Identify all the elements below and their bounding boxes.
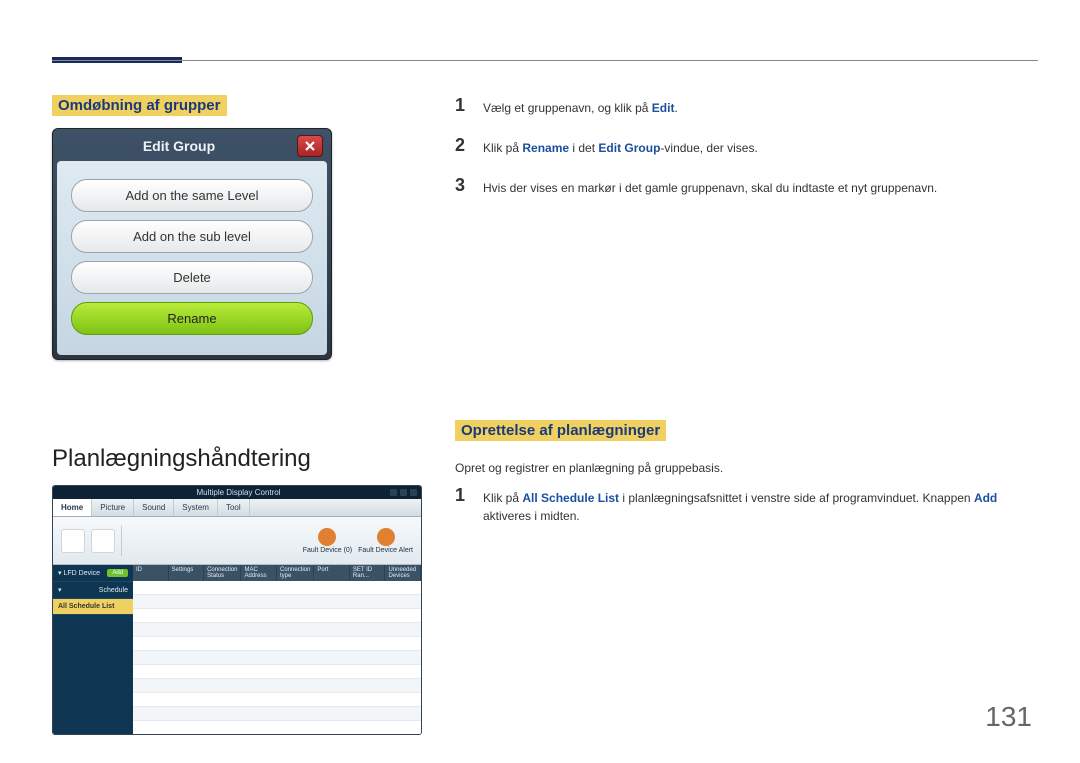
column-header: Connection Status xyxy=(204,565,241,581)
table-row xyxy=(133,693,421,707)
sidebar-add-button[interactable]: Add xyxy=(107,569,128,577)
add-same-level-button[interactable]: Add on the same Level xyxy=(71,179,313,212)
window-controls xyxy=(390,489,417,496)
column-header: Unneeded Devices xyxy=(385,565,421,581)
step-number: 1 xyxy=(455,95,473,116)
table-row xyxy=(133,707,421,721)
page-number: 131 xyxy=(985,701,1032,733)
toolbar-separator xyxy=(121,526,122,556)
step-text: Hvis der vises en markør i det gamle gru… xyxy=(483,175,937,197)
column-header: Settings xyxy=(169,565,205,581)
dialog-close-button[interactable] xyxy=(297,135,323,157)
column-header: ID xyxy=(133,565,169,581)
tab-picture[interactable]: Picture xyxy=(92,499,134,516)
dialog-titlebar: Edit Group xyxy=(53,129,331,161)
fault-device-link[interactable]: Fault Device (0) xyxy=(303,528,352,554)
app-title: Multiple Display Control xyxy=(196,488,280,497)
schedule-app-screenshot: Multiple Display Control Home Picture So… xyxy=(52,485,422,735)
table-header: ID Settings Connection Status MAC Addres… xyxy=(133,565,421,581)
window-close-icon xyxy=(410,489,417,496)
column-header: SET ID Ran... xyxy=(350,565,386,581)
create-schedule-heading: Oprettelse af planlægninger xyxy=(455,420,666,441)
rename-steps-list: 1 Vælg et gruppenavn, og klik på Edit. 2… xyxy=(455,95,1038,197)
keyword-add: Add xyxy=(974,491,997,505)
column-header: Connection type xyxy=(277,565,314,581)
table-grid xyxy=(133,581,421,735)
schedule-management-heading: Planlægningshåndtering xyxy=(52,445,422,473)
tab-home[interactable]: Home xyxy=(53,499,92,516)
table-row xyxy=(133,637,421,651)
app-titlebar: Multiple Display Control xyxy=(53,486,421,499)
rename-groups-heading: Omdøbning af grupper xyxy=(52,95,227,116)
fault-alert-link[interactable]: Fault Device Alert xyxy=(358,528,413,554)
table-row xyxy=(133,679,421,693)
step-text: Vælg et gruppenavn, og klik på Edit. xyxy=(483,95,678,117)
app-sidebar: ▾ LFD Device Add ▾ Schedule All Schedule… xyxy=(53,565,133,735)
toolbar-button[interactable] xyxy=(61,529,85,553)
tab-sound[interactable]: Sound xyxy=(134,499,174,516)
sidebar-schedule[interactable]: ▾ Schedule xyxy=(53,582,133,599)
app-toolbar: Fault Device (0) Fault Device Alert xyxy=(53,517,421,565)
column-header: Port xyxy=(314,565,350,581)
warning-icon xyxy=(377,528,395,546)
tab-tool[interactable]: Tool xyxy=(218,499,250,516)
dialog-title: Edit Group xyxy=(61,138,297,154)
window-max-icon xyxy=(400,489,407,496)
warning-icon xyxy=(318,528,336,546)
delete-button[interactable]: Delete xyxy=(71,261,313,294)
step-text: Klik på Rename i det Edit Group-vindue, … xyxy=(483,135,758,157)
header-rule xyxy=(52,60,1038,61)
table-row xyxy=(133,609,421,623)
app-tabs: Home Picture Sound System Tool xyxy=(53,499,421,517)
keyword-all-schedule-list: All Schedule List xyxy=(522,491,619,505)
keyword-edit-group: Edit Group xyxy=(598,141,660,155)
tab-system[interactable]: System xyxy=(174,499,218,516)
create-schedule-intro: Opret og registrer en planlægning på gru… xyxy=(455,461,1038,475)
keyword-rename: Rename xyxy=(522,141,569,155)
close-icon xyxy=(304,140,316,152)
step-number: 1 xyxy=(455,485,473,506)
table-row xyxy=(133,595,421,609)
step-number: 3 xyxy=(455,175,473,196)
window-min-icon xyxy=(390,489,397,496)
rename-button[interactable]: Rename xyxy=(71,302,313,335)
table-row xyxy=(133,623,421,637)
sidebar-all-schedule-list[interactable]: All Schedule List xyxy=(53,599,133,615)
sidebar-lfd-device[interactable]: ▾ LFD Device Add xyxy=(53,565,133,582)
edit-group-dialog: Edit Group Add on the same Level Add on … xyxy=(52,128,332,360)
add-sub-level-button[interactable]: Add on the sub level xyxy=(71,220,313,253)
app-main: ID Settings Connection Status MAC Addres… xyxy=(133,565,421,735)
keyword-edit: Edit xyxy=(652,101,675,115)
table-row xyxy=(133,651,421,665)
dialog-body: Add on the same Level Add on the sub lev… xyxy=(57,161,327,355)
table-row xyxy=(133,581,421,595)
toolbar-button[interactable] xyxy=(91,529,115,553)
step-text: Klik på All Schedule List i planlægnings… xyxy=(483,485,1038,525)
table-row xyxy=(133,665,421,679)
column-header: MAC Address xyxy=(241,565,277,581)
create-steps-list: 1 Klik på All Schedule List i planlægnin… xyxy=(455,485,1038,525)
step-number: 2 xyxy=(455,135,473,156)
